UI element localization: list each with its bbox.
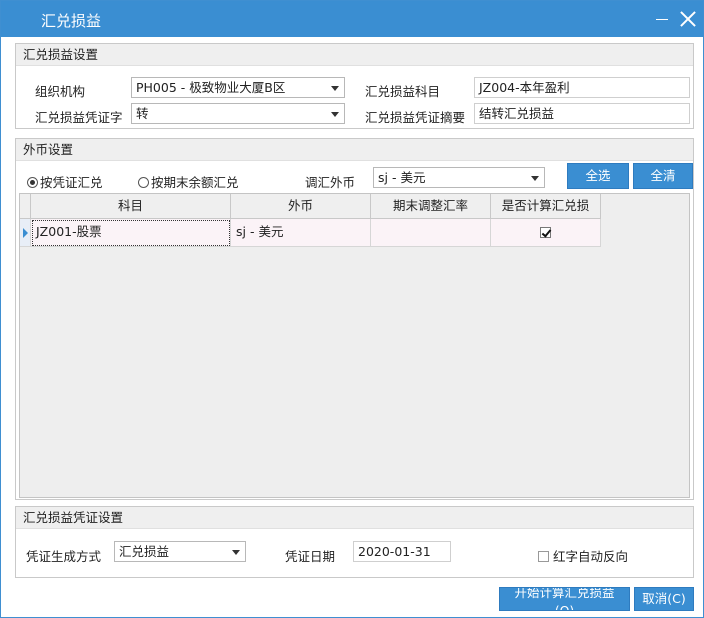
table-cell-currency[interactable]: sj - 美元 [231,219,371,247]
start-calculate-label: 开始计算汇兑损益(O) [514,587,615,611]
summary-label: 汇兑损益凭证摘要 [365,110,466,125]
radio-by-balance[interactable]: 按期末余额汇兑 [138,172,239,191]
method-select[interactable]: 汇兑损益 [114,541,246,562]
summary-field-value: 结转汇兑损益 [479,106,555,121]
cancel-label: 取消(C) [642,591,686,606]
adjust-currency-label: 调汇外币 [305,175,356,190]
window-title: 汇兑损益 [41,12,102,30]
voucher-group: 汇兑损益凭证设置 凭证生成方式 汇兑损益 凭证日期 2020-01-31 红字自… [15,506,694,578]
org-select-value: PH005 - 极致物业大厦B区 [136,80,286,95]
chevron-down-icon [232,550,240,555]
chevron-down-icon [331,112,339,117]
voucher-word-value: 转 [136,106,149,121]
red-reverse-label: 红字自动反向 [553,549,629,564]
summary-field[interactable]: 结转汇兑损益 [474,103,690,124]
column-header-calculate[interactable]: 是否计算汇兑损 [491,194,601,219]
method-label: 凭证生成方式 [26,549,102,564]
clear-all-button[interactable]: 全清 [633,163,693,189]
radio-by-voucher-label: 按凭证汇兑 [40,175,103,190]
chevron-down-icon [531,176,539,181]
column-header-rate[interactable]: 期末调整汇率 [371,194,491,219]
org-label: 组织机构 [35,84,86,99]
title-bar: 汇兑损益 [1,1,703,37]
table-cell-account[interactable]: JZ001-股票 [31,219,231,247]
voucher-word-select[interactable]: 转 [131,103,345,124]
date-field-value: 2020-01-31 [358,544,431,559]
currency-section-title: 外币设置 [16,139,693,161]
row-pointer-icon [23,228,28,238]
radio-by-balance-label: 按期末余额汇兑 [151,175,239,190]
red-reverse-checkbox[interactable]: 红字自动反向 [538,546,628,565]
org-select[interactable]: PH005 - 极致物业大厦B区 [131,77,345,98]
voucher-word-label: 汇兑损益凭证字 [35,110,123,125]
settings-section-title: 汇兑损益设置 [16,44,693,66]
row-indicator[interactable] [20,219,31,247]
currency-table[interactable]: 科目 外币 期末调整汇率 是否计算汇兑损 JZ001-股票 sj - 美元 [19,193,690,498]
table-cell-calculate[interactable] [491,219,601,247]
chevron-down-icon [331,86,339,91]
exchange-gain-loss-dialog: 汇兑损益 汇兑损益设置 组织机构 PH005 - 极致物业大厦B区 汇兑损益科目… [0,0,704,618]
voucher-section-title: 汇兑损益凭证设置 [16,507,693,529]
select-all-button[interactable]: 全选 [567,163,629,189]
account-field-value: JZ004-本年盈利 [479,80,570,95]
account-field[interactable]: JZ004-本年盈利 [474,77,690,98]
start-calculate-button[interactable]: 开始计算汇兑损益(O) [499,587,630,611]
table-cell-currency-text: sj - 美元 [236,224,284,239]
method-select-value: 汇兑损益 [119,544,170,559]
date-label: 凭证日期 [285,549,336,564]
row-header-corner [20,194,31,219]
currency-group: 外币设置 按凭证汇兑 按期末余额汇兑 调汇外币 sj - 美元 全选 全清 科目… [15,138,694,500]
table-cell-account-text: JZ001-股票 [36,224,102,239]
adjust-currency-select[interactable]: sj - 美元 [373,167,545,188]
radio-by-voucher[interactable]: 按凭证汇兑 [27,172,103,191]
date-field[interactable]: 2020-01-31 [353,541,451,562]
minimize-icon[interactable] [653,9,673,29]
calculate-checkbox[interactable] [540,227,551,238]
table-cell-rate[interactable] [371,219,491,247]
settings-group: 汇兑损益设置 组织机构 PH005 - 极致物业大厦B区 汇兑损益科目 JZ00… [15,43,694,129]
checkbox-icon [538,551,549,562]
cancel-button[interactable]: 取消(C) [634,587,694,611]
radio-dot-icon [27,177,38,188]
column-header-account[interactable]: 科目 [31,194,231,219]
radio-dot-icon [138,177,149,188]
close-icon[interactable] [678,9,698,29]
adjust-currency-value: sj - 美元 [378,170,426,185]
account-label: 汇兑损益科目 [365,84,441,99]
column-header-currency[interactable]: 外币 [231,194,371,219]
